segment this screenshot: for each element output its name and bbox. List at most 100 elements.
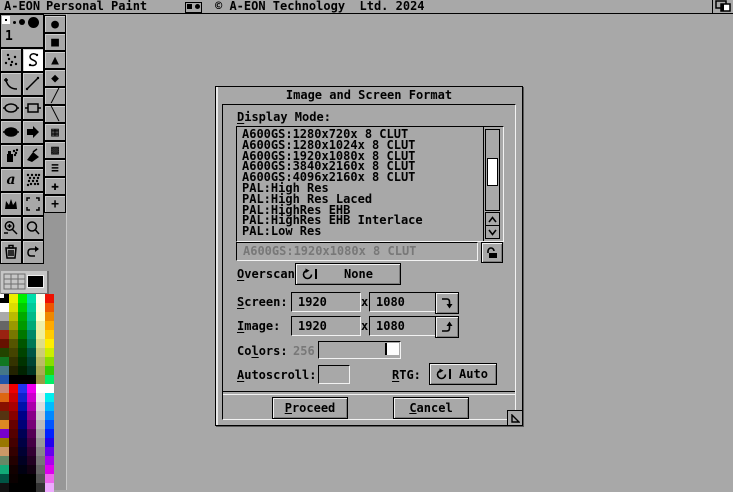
palette-swatch[interactable] (36, 375, 45, 384)
palette-swatch[interactable] (27, 411, 36, 420)
palette-swatch[interactable] (9, 321, 18, 330)
small-dot-icon[interactable] (13, 21, 16, 24)
palette-swatch[interactable] (27, 384, 36, 393)
dense-grid-brush[interactable]: ▩ (44, 141, 66, 159)
palette-swatch[interactable] (0, 384, 9, 393)
palette-swatch[interactable] (45, 339, 54, 348)
screen-depth-gadget[interactable] (712, 0, 733, 13)
palette-swatch[interactable] (0, 357, 9, 366)
palette-swatch[interactable] (36, 339, 45, 348)
tool-brush-stamp[interactable] (0, 192, 22, 216)
tool-line[interactable] (22, 72, 44, 96)
tool-magnify[interactable] (22, 216, 44, 240)
palette-swatch[interactable] (18, 474, 27, 483)
large-dot-icon[interactable] (28, 17, 39, 28)
tool-polygon[interactable] (22, 120, 44, 144)
palette-swatch[interactable] (36, 420, 45, 429)
palette-swatch[interactable] (36, 402, 45, 411)
palette-swatch[interactable] (36, 465, 45, 474)
palette-swatch[interactable] (45, 402, 54, 411)
tool-text[interactable]: a (0, 168, 22, 192)
dialog-resize-gadget[interactable] (507, 410, 522, 425)
palette-swatch[interactable] (9, 339, 18, 348)
display-mode-item[interactable]: PAL:Low Res (242, 226, 480, 237)
palette-swatch[interactable] (18, 447, 27, 456)
slash-brush[interactable]: ╱ (44, 87, 66, 105)
palette-swatch[interactable] (27, 375, 36, 384)
medium-dot-icon[interactable] (19, 19, 25, 25)
tool-filled-ellipse[interactable] (0, 120, 22, 144)
palette-swatch[interactable] (0, 411, 9, 420)
palette-swatch[interactable] (36, 384, 45, 393)
cancel-button[interactable]: Cancel (393, 397, 469, 419)
tool-ellipse[interactable] (0, 96, 22, 120)
triangle-brush[interactable]: ▲ (44, 51, 66, 69)
tool-trash[interactable] (0, 240, 22, 264)
tool-freehand[interactable] (22, 48, 44, 72)
square-brush[interactable]: ■ (44, 33, 66, 51)
palette-swatch[interactable] (0, 330, 9, 339)
colors-slider-knob[interactable] (385, 343, 399, 355)
screen-width-field[interactable] (291, 292, 361, 312)
palette-swatch[interactable] (0, 375, 9, 384)
palette-swatch[interactable] (0, 438, 9, 447)
palette-swatch[interactable] (18, 411, 27, 420)
scrollbar-thumb[interactable] (487, 158, 498, 186)
palette-swatch[interactable] (27, 339, 36, 348)
palette-swatch[interactable] (27, 312, 36, 321)
palette-swatch[interactable] (0, 402, 9, 411)
thick-plus-brush[interactable]: ✚ (44, 177, 66, 195)
palette-swatch[interactable] (18, 456, 27, 465)
palette-swatch[interactable] (0, 294, 9, 303)
palette-swatch[interactable] (0, 393, 9, 402)
scroll-down-button[interactable] (485, 225, 500, 239)
overscan-cycle-gadget[interactable]: None (295, 263, 401, 285)
palette-swatch[interactable] (45, 366, 54, 375)
palette-swatch[interactable] (9, 411, 18, 420)
palette-swatch[interactable] (45, 312, 54, 321)
palette-swatch[interactable] (27, 447, 36, 456)
tool-airbrush[interactable] (0, 144, 22, 168)
palette-swatch[interactable] (9, 438, 18, 447)
palette-swatch[interactable] (27, 330, 36, 339)
palette-swatch[interactable] (0, 483, 9, 492)
palette-swatch[interactable] (9, 429, 18, 438)
tool-zoom[interactable] (0, 216, 22, 240)
palette-swatch[interactable] (0, 465, 9, 474)
palette-swatch[interactable] (27, 483, 36, 492)
palette-swatch[interactable] (18, 438, 27, 447)
palette-swatch[interactable] (18, 465, 27, 474)
palette-swatch[interactable] (45, 330, 54, 339)
palette-swatch[interactable] (36, 438, 45, 447)
colors-slider[interactable] (318, 341, 401, 359)
sparse-grid-brush[interactable]: ▦ (44, 123, 66, 141)
palette-swatch[interactable] (27, 438, 36, 447)
palette-swatch[interactable] (18, 321, 27, 330)
palette-swatch[interactable] (9, 357, 18, 366)
palette-swatch[interactable] (18, 330, 27, 339)
palette-swatch[interactable] (36, 393, 45, 402)
palette-swatch[interactable] (9, 384, 18, 393)
palette-swatch[interactable] (45, 465, 54, 474)
rtg-cycle-gadget[interactable]: Auto (429, 363, 497, 385)
palette-swatch[interactable] (45, 348, 54, 357)
palette-swatch[interactable] (18, 420, 27, 429)
palette-swatch[interactable] (0, 447, 9, 456)
palette-swatch[interactable] (9, 375, 18, 384)
current-color-swatch[interactable] (27, 275, 44, 288)
palette-swatch[interactable] (0, 348, 9, 357)
palette-swatch[interactable] (45, 357, 54, 366)
palette-swatch[interactable] (27, 348, 36, 357)
copy-image-to-screen-button[interactable] (435, 316, 459, 338)
palette-swatch[interactable] (0, 312, 9, 321)
palette-swatch[interactable] (9, 474, 18, 483)
palette-swatch[interactable] (45, 321, 54, 330)
palette-swatch[interactable] (27, 429, 36, 438)
palette-swatch[interactable] (0, 339, 9, 348)
palette-swatch[interactable] (45, 384, 54, 393)
palette-swatch[interactable] (9, 393, 18, 402)
palette-swatch[interactable] (45, 375, 54, 384)
palette-swatch[interactable] (18, 429, 27, 438)
palette-swatch[interactable] (27, 294, 36, 303)
palette-swatch[interactable] (27, 366, 36, 375)
